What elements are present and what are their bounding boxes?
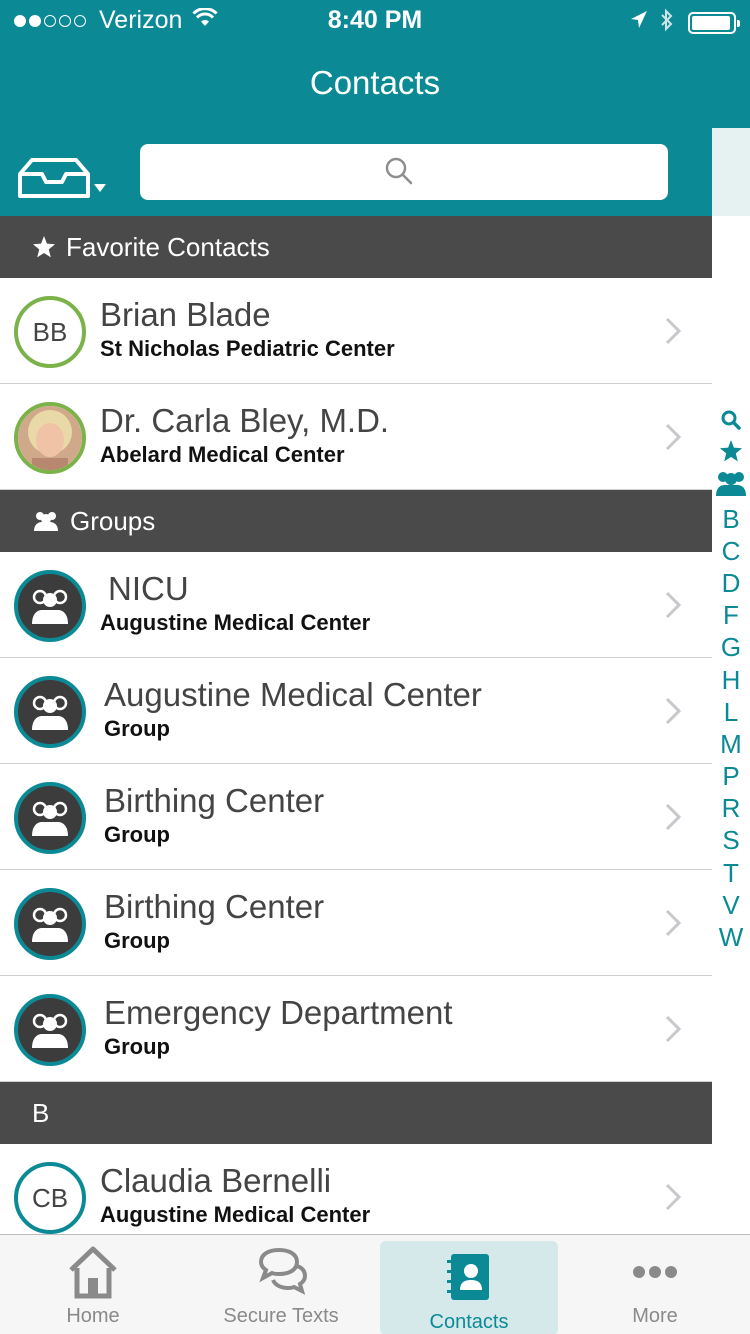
top-bar: Verizon 8:40 PM Contacts [0, 0, 750, 128]
contact-subtitle: Abelard Medical Center [100, 442, 345, 467]
chevron-right-icon [664, 802, 682, 837]
contact-subtitle: St Nicholas Pediatric Center [100, 336, 395, 361]
tab-label: Secure Texts [223, 1305, 339, 1327]
search-bar [0, 128, 712, 216]
group-name: Birthing Center [104, 888, 325, 925]
group-subtitle: Group [104, 716, 170, 741]
status-right [630, 8, 740, 37]
avatar: BB [14, 296, 86, 368]
section-header-label: Groups [70, 505, 156, 536]
contact-row[interactable]: BB Brian Blade St Nicholas Pediatric Cen… [0, 278, 712, 384]
group-row[interactable]: Birthing Center Group [0, 764, 712, 870]
inbox-filter-button[interactable] [16, 156, 108, 200]
index-letter[interactable]: H [722, 664, 741, 696]
contact-row[interactable]: Dr. Carla Bley, M.D. Abelard Medical Cen… [0, 384, 712, 490]
group-row[interactable]: Birthing Center Group [0, 870, 712, 976]
index-letter[interactable]: L [724, 696, 738, 728]
avatar: CB [14, 1162, 86, 1234]
index-star-icon[interactable] [719, 438, 743, 470]
tab-label: Home [66, 1305, 120, 1327]
index-search-icon[interactable] [720, 406, 742, 438]
group-avatar-icon [14, 570, 86, 642]
avatar-photo [14, 402, 86, 474]
tab-label: Contacts [429, 1311, 509, 1333]
index-letter[interactable]: M [720, 728, 742, 760]
bluetooth-icon [660, 8, 674, 37]
index-letter[interactable]: G [721, 631, 741, 663]
group-subtitle: Augustine Medical Center [100, 610, 371, 635]
group-row[interactable]: Augustine Medical Center Group [0, 658, 712, 764]
group-avatar-icon [14, 676, 86, 748]
index-letter[interactable]: S [722, 824, 739, 856]
tab-contacts[interactable]: Contacts [380, 1241, 558, 1334]
group-name: Augustine Medical Center [104, 676, 482, 713]
group-subtitle: Group [104, 822, 170, 847]
section-header-groups: Groups [0, 490, 712, 552]
group-icon [32, 509, 60, 533]
index-letter[interactable]: V [722, 889, 739, 921]
index-letter[interactable]: W [719, 921, 744, 953]
page-title: Contacts [309, 64, 441, 101]
group-subtitle: Group [104, 1034, 170, 1059]
section-index[interactable]: B C D F G H L M P R S T V W [712, 406, 750, 953]
more-dots-icon [627, 1239, 683, 1305]
tab-secure-texts[interactable]: Secure Texts [192, 1235, 370, 1334]
contact-name: Dr. Carla Bley, M.D. [100, 402, 390, 439]
index-group-icon[interactable] [715, 470, 747, 502]
contact-row[interactable]: CB Claudia Bernelli Augustine Medical Ce… [0, 1144, 712, 1236]
group-name: NICU [108, 570, 189, 607]
tab-label: More [632, 1305, 678, 1327]
section-header-label: Favorite Contacts [66, 231, 270, 262]
group-avatar-icon [14, 888, 86, 960]
star-icon [32, 235, 56, 259]
search-icon [384, 156, 414, 191]
status-bar: Verizon 8:40 PM [0, 0, 750, 40]
group-name: Emergency Department [104, 994, 453, 1031]
index-letter[interactable]: T [723, 857, 739, 889]
search-input[interactable] [140, 144, 668, 200]
contact-subtitle: Augustine Medical Center [100, 1202, 371, 1227]
chevron-right-icon [664, 422, 682, 457]
chevron-right-icon [664, 316, 682, 351]
chat-bubbles-icon [253, 1239, 309, 1305]
index-letter[interactable]: B [722, 503, 739, 535]
chevron-right-icon [664, 1014, 682, 1049]
group-row[interactable]: Emergency Department Group [0, 976, 712, 1082]
tab-bar: Home Secure Texts Contacts More [0, 1234, 750, 1334]
chevron-right-icon [664, 590, 682, 625]
group-name: Birthing Center [104, 782, 325, 819]
index-letter[interactable]: D [722, 567, 741, 599]
group-subtitle: Group [104, 928, 170, 953]
section-header-b: B [0, 1082, 712, 1144]
chevron-right-icon [664, 908, 682, 943]
section-header-label: B [32, 1097, 50, 1128]
index-letter[interactable]: F [723, 599, 739, 631]
battery-icon [688, 11, 740, 34]
chevron-right-icon [664, 696, 682, 731]
home-icon [65, 1239, 121, 1305]
group-row[interactable]: NICU Augustine Medical Center [0, 552, 712, 658]
contact-name: Claudia Bernelli [100, 1162, 332, 1199]
section-header-favorites: Favorite Contacts [0, 216, 712, 278]
group-avatar-icon [14, 782, 86, 854]
tab-more[interactable]: More [566, 1235, 744, 1334]
inbox-tray-icon [18, 158, 106, 198]
index-letter[interactable]: P [722, 760, 739, 792]
index-top-spacer [712, 128, 750, 216]
index-letter[interactable]: R [722, 792, 741, 824]
contacts-book-icon [441, 1245, 497, 1311]
contact-name: Brian Blade [100, 296, 271, 333]
location-arrow-icon [630, 10, 648, 35]
group-avatar-icon [14, 994, 86, 1066]
index-letter[interactable]: C [722, 535, 741, 567]
tab-home[interactable]: Home [4, 1235, 182, 1334]
chevron-right-icon [664, 1182, 682, 1217]
